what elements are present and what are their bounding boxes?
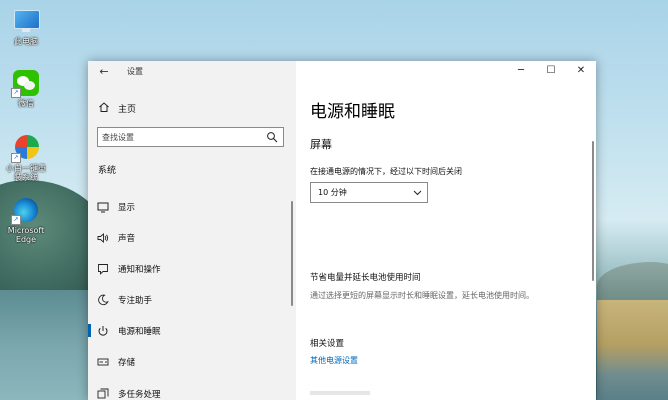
sidebar-item-label: 声音 <box>118 234 136 244</box>
screen-section-header: 屏幕 <box>310 138 332 151</box>
desktop-icon-wechat[interactable]: ↗ 微信 <box>4 68 48 108</box>
wallpaper-hill-right <box>597 262 668 302</box>
window-title: 设置 <box>127 67 143 76</box>
storage-icon <box>97 358 109 366</box>
home-icon <box>99 102 109 112</box>
multitasking-icon <box>97 388 109 399</box>
display-icon <box>97 202 109 213</box>
sidebar-item-label: 专注助手 <box>118 296 153 306</box>
sidebar-item-focus-assist[interactable]: 专注助手 <box>88 289 296 311</box>
desktop-icon-label: 微信 <box>18 99 34 108</box>
wechat-icon: ↗ <box>11 68 41 98</box>
sidebar-item-power-sleep[interactable]: 电源和睡眠 <box>88 320 296 342</box>
maximize-button[interactable]: ☐ <box>536 61 566 81</box>
sidebar-item-multitasking[interactable]: 多任务处理 <box>88 383 296 400</box>
sidebar-item-notifications[interactable]: 通知和操作 <box>88 258 296 280</box>
sidebar-item-sound[interactable]: 声音 <box>88 227 296 249</box>
related-settings-header: 相关设置 <box>310 339 345 349</box>
settings-sidebar: ← 设置 主页 系统 显示 <box>88 61 296 400</box>
battery-saving-header: 节省电量并延长电池使用时间 <box>310 273 421 283</box>
screen-timeout-dropdown[interactable]: 10 分钟 <box>310 182 428 203</box>
next-section-header <box>310 391 370 395</box>
content-scrollbar[interactable] <box>592 141 594 281</box>
shortcut-arrow-icon: ↗ <box>11 215 21 225</box>
sidebar-scrollbar[interactable] <box>291 201 293 306</box>
desktop-icon-this-pc[interactable]: 此电脑 <box>4 6 48 46</box>
active-indicator <box>88 324 91 337</box>
search-icon[interactable] <box>266 131 278 143</box>
wallpaper-field-right <box>597 300 668 400</box>
page-title: 电源和睡眠 <box>310 102 395 122</box>
battery-saving-description: 通过选择更短的屏幕显示时长和睡眠设置，延长电池使用时间。 <box>310 291 534 300</box>
sidebar-item-label: 显示 <box>118 203 136 213</box>
desktop-icon-label: Microsoft Edge <box>7 226 45 244</box>
shortcut-arrow-icon: ↗ <box>11 153 21 163</box>
this-pc-icon <box>11 6 41 36</box>
back-button[interactable]: ← <box>97 65 111 79</box>
desktop-icon-label: 小白一键重装系统 <box>6 164 46 182</box>
sidebar-item-label: 电源和睡眠 <box>118 327 161 337</box>
edge-icon: ↗ <box>11 195 41 225</box>
sidebar-item-label: 主页 <box>118 105 137 115</box>
chevron-down-icon <box>413 190 422 196</box>
screen-timeout-label: 在接通电源的情况下，经过以下时间后关闭 <box>310 167 462 176</box>
reinstall-tool-icon: ↗ <box>11 133 41 163</box>
sidebar-section-header: 系统 <box>98 166 117 176</box>
shortcut-arrow-icon: ↗ <box>11 88 21 98</box>
minimize-button[interactable]: ─ <box>506 61 536 81</box>
desktop-icon-reinstall-tool[interactable]: ↗ 小白一键重装系统 <box>4 133 48 182</box>
sidebar-item-label: 多任务处理 <box>118 390 161 400</box>
power-icon <box>98 326 108 336</box>
sidebar-item-home[interactable]: 主页 <box>88 99 296 117</box>
desktop-icon-edge[interactable]: ↗ Microsoft Edge <box>4 195 48 244</box>
close-button[interactable]: ✕ <box>566 61 596 81</box>
sidebar-item-label: 存储 <box>118 358 136 368</box>
settings-window: ← 设置 主页 系统 显示 <box>88 61 596 400</box>
additional-power-settings-link[interactable]: 其他电源设置 <box>310 355 358 366</box>
focus-assist-icon <box>98 294 109 306</box>
sidebar-item-label: 通知和操作 <box>118 265 161 275</box>
notification-icon <box>98 264 108 275</box>
wallpaper-water-left <box>0 290 100 400</box>
sound-icon <box>97 233 109 243</box>
desktop-icon-label: 此电脑 <box>14 37 38 46</box>
dropdown-value: 10 分钟 <box>318 188 347 197</box>
sidebar-item-storage[interactable]: 存储 <box>88 351 296 373</box>
search-box[interactable] <box>97 127 284 147</box>
settings-content: ─ ☐ ✕ 电源和睡眠 屏幕 在接通电源的情况下，经过以下时间后关闭 10 分钟… <box>296 61 596 400</box>
search-input[interactable] <box>102 130 262 144</box>
sidebar-item-display[interactable]: 显示 <box>88 196 296 218</box>
